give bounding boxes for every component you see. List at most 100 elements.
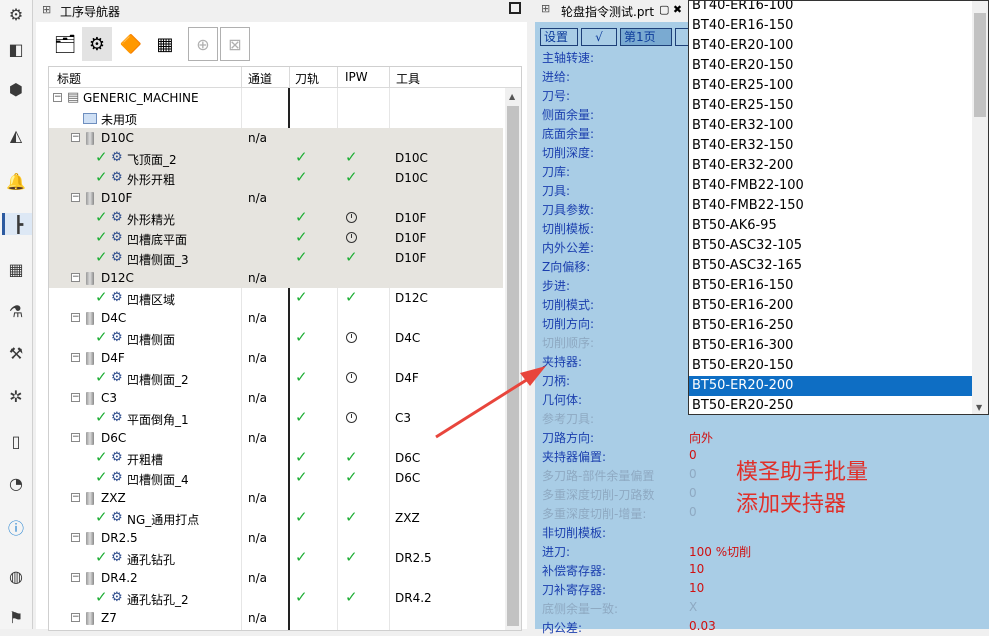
tree-row[interactable]: − ZXZ n/a xyxy=(49,488,505,508)
column-title[interactable]: 标题 xyxy=(57,70,81,87)
collapse-icon[interactable]: − xyxy=(71,493,80,502)
tree-row[interactable]: 未用项 xyxy=(49,108,505,128)
tree-row[interactable]: − D12C n/a xyxy=(49,268,503,288)
scroll-up-icon[interactable]: ▲ xyxy=(509,92,515,101)
dropdown-scrollbar[interactable]: ▼ xyxy=(972,1,988,414)
collapse-icon[interactable]: − xyxy=(71,433,80,442)
tree-row[interactable]: − D10F n/a xyxy=(49,188,503,208)
column-toolpath[interactable]: 刀轨 xyxy=(295,70,319,87)
tab-confirm[interactable]: √ xyxy=(581,28,617,46)
spreadsheet-icon[interactable]: ⚗ xyxy=(5,300,27,322)
palette-icon[interactable]: ▯ xyxy=(5,430,27,452)
tree-row[interactable]: ✓ ⚙ 凹槽区域 ✓ ✓ D12C xyxy=(49,288,505,308)
dropdown-option[interactable]: BT40-FMB22-150 xyxy=(689,196,972,216)
collapse-icon[interactable]: − xyxy=(71,573,80,582)
property-value[interactable]: 10 xyxy=(689,581,704,595)
part-navigator-icon[interactable]: ⬢ xyxy=(5,78,27,100)
dropdown-option[interactable]: BT50-ER20-200 xyxy=(689,376,972,396)
property-value[interactable]: 向外 xyxy=(689,429,713,446)
bell-icon[interactable]: 🔔 xyxy=(5,170,27,192)
collapse-icon[interactable]: − xyxy=(71,533,80,542)
tree-row[interactable]: ✓ ⚙ 通孔钻孔_2 ✓ ✓ DR4.2 xyxy=(49,588,505,608)
column-channel[interactable]: 通道 xyxy=(248,70,272,87)
program-order-view-icon[interactable]: 🗂 xyxy=(50,27,80,61)
collapse-icon[interactable]: − xyxy=(71,133,80,142)
dropdown-option[interactable]: BT40-FMB22-100 xyxy=(689,176,972,196)
collapse-icon[interactable]: − xyxy=(71,313,80,322)
pin-icon[interactable]: ⊞ xyxy=(541,2,550,15)
tree-row[interactable]: ✓ ⚙ 凹槽底平面 ✓ D10F xyxy=(49,228,503,248)
dropdown-option[interactable]: BT50-ASC32-165 xyxy=(689,256,972,276)
tree-row[interactable]: − D6C n/a xyxy=(49,428,505,448)
tree-row[interactable]: ✓ ⚙ 飞顶面_2 ✓ ✓ D10C xyxy=(49,148,503,168)
operation-navigator-icon[interactable]: ┣ xyxy=(2,213,32,235)
dropdown-option[interactable]: BT40-ER25-150 xyxy=(689,96,972,116)
collapse-icon[interactable]: − xyxy=(71,273,80,282)
dropdown-option[interactable]: BT40-ER32-100 xyxy=(689,116,972,136)
cam-icon[interactable]: ✲ xyxy=(5,385,27,407)
tab-settings[interactable]: 设置 xyxy=(540,28,578,46)
property-value[interactable]: X xyxy=(689,600,697,614)
add-program-icon[interactable]: ⊕ xyxy=(188,27,218,61)
machining-method-view-icon[interactable]: ▦ xyxy=(150,27,180,61)
tree-row[interactable]: ✓ ⚙ 凹槽侧面_3 ✓ ✓ D10F xyxy=(49,248,503,268)
tree-row[interactable]: − D4C n/a xyxy=(49,308,505,328)
column-ipw[interactable]: IPW xyxy=(345,70,368,84)
property-value[interactable]: 0 xyxy=(689,505,697,519)
info-icon[interactable]: ⓘ xyxy=(5,516,27,538)
tree-row[interactable]: ✓ ⚙ NG_通用打点 ✓ ✓ ZXZ xyxy=(49,508,505,528)
tree-row[interactable]: ✓ ⚙ 开粗槽 ✓ ✓ D6C xyxy=(49,448,505,468)
collapse-icon[interactable]: − xyxy=(71,393,80,402)
collapse-icon[interactable]: − xyxy=(71,193,80,202)
dropdown-option[interactable]: BT50-ER16-150 xyxy=(689,276,972,296)
tree-row[interactable]: − DR2.5 n/a xyxy=(49,528,505,548)
history-icon[interactable]: ◔ xyxy=(5,472,27,494)
dropdown-option[interactable]: BT40-ER16-150 xyxy=(689,16,972,36)
tree-row[interactable]: ✓ ⚙ 凹槽侧面 ✓ D4C xyxy=(49,328,505,348)
collapse-icon[interactable]: − xyxy=(53,93,62,102)
property-value[interactable]: 100 %切削 xyxy=(689,543,751,560)
dropdown-option[interactable]: BT50-ER16-250 xyxy=(689,316,972,336)
dropdown-option[interactable]: BT40-ER16-100 xyxy=(689,1,972,16)
scrollbar-thumb[interactable] xyxy=(974,13,986,117)
dropdown-option[interactable]: BT50-AK6-95 xyxy=(689,216,972,236)
tree-row[interactable]: ✓ ⚙ 外形开粗 ✓ ✓ D10C xyxy=(49,168,503,188)
tab-page-1[interactable]: 第1页 xyxy=(620,28,672,46)
collapse-icon[interactable]: − xyxy=(71,353,80,362)
tree-row[interactable]: − ▤ GENERIC_MACHINE xyxy=(49,88,505,108)
measure-icon[interactable]: ⚑ xyxy=(5,606,27,628)
maximize-icon[interactable] xyxy=(509,2,521,14)
roles-icon[interactable]: ⚒ xyxy=(5,342,27,364)
dropdown-option[interactable]: BT50-ER16-200 xyxy=(689,296,972,316)
tool-holder-dropdown[interactable]: BT40-ER16-100 BT40-ER16-150 BT40-ER20-100 B… xyxy=(688,0,989,415)
dropdown-option[interactable]: BT50-ER20-150 xyxy=(689,356,972,376)
tree-row[interactable]: ✓ ⚙ 凹槽侧面_2 ✓ D4F xyxy=(49,368,505,388)
property-value[interactable]: 0 xyxy=(689,467,697,481)
property-value[interactable]: 0 xyxy=(689,448,697,462)
property-value[interactable]: 0.03 xyxy=(689,619,716,633)
tree-row[interactable]: − D4F n/a xyxy=(49,348,505,368)
machine-tool-view-icon[interactable]: ⚙ xyxy=(82,27,112,61)
geometry-view-icon[interactable]: 🔶 xyxy=(116,27,146,61)
cube-icon[interactable]: ◧ xyxy=(5,38,27,60)
dropdown-option[interactable]: BT40-ER20-100 xyxy=(689,36,972,56)
dropdown-option[interactable]: BT50-ASC32-105 xyxy=(689,236,972,256)
tree-row[interactable]: − Z7 n/a xyxy=(49,608,505,628)
tree-row[interactable]: − D10C n/a xyxy=(49,128,503,148)
remove-program-icon[interactable]: ⊠ xyxy=(220,27,250,61)
dropdown-option[interactable]: BT40-ER25-100 xyxy=(689,76,972,96)
property-value[interactable]: 0 xyxy=(689,486,697,500)
tree-vertical-scrollbar[interactable]: ▲ xyxy=(505,88,521,630)
collapse-icon[interactable]: − xyxy=(71,613,80,622)
dropdown-option[interactable]: BT50-ER16-300 xyxy=(689,336,972,356)
tree-row[interactable]: ✓ ⚙ 凹槽侧面_4 ✓ ✓ D6C xyxy=(49,468,505,488)
dropdown-option[interactable]: BT40-ER32-200 xyxy=(689,156,972,176)
assembly-icon[interactable]: ◭ xyxy=(5,124,27,146)
web-icon[interactable]: ◍ xyxy=(5,565,27,587)
tree-row[interactable]: ✓ ⚙ 通孔钻孔 ✓ ✓ DR2.5 xyxy=(49,548,505,568)
gear-icon[interactable]: ⚙ xyxy=(5,3,27,25)
dropdown-option[interactable]: BT40-ER20-150 xyxy=(689,56,972,76)
tab-close-icon[interactable]: ▢ ✖ xyxy=(659,3,682,16)
tree-row[interactable]: − DR4.2 n/a xyxy=(49,568,505,588)
column-tool[interactable]: 工具 xyxy=(396,70,420,87)
